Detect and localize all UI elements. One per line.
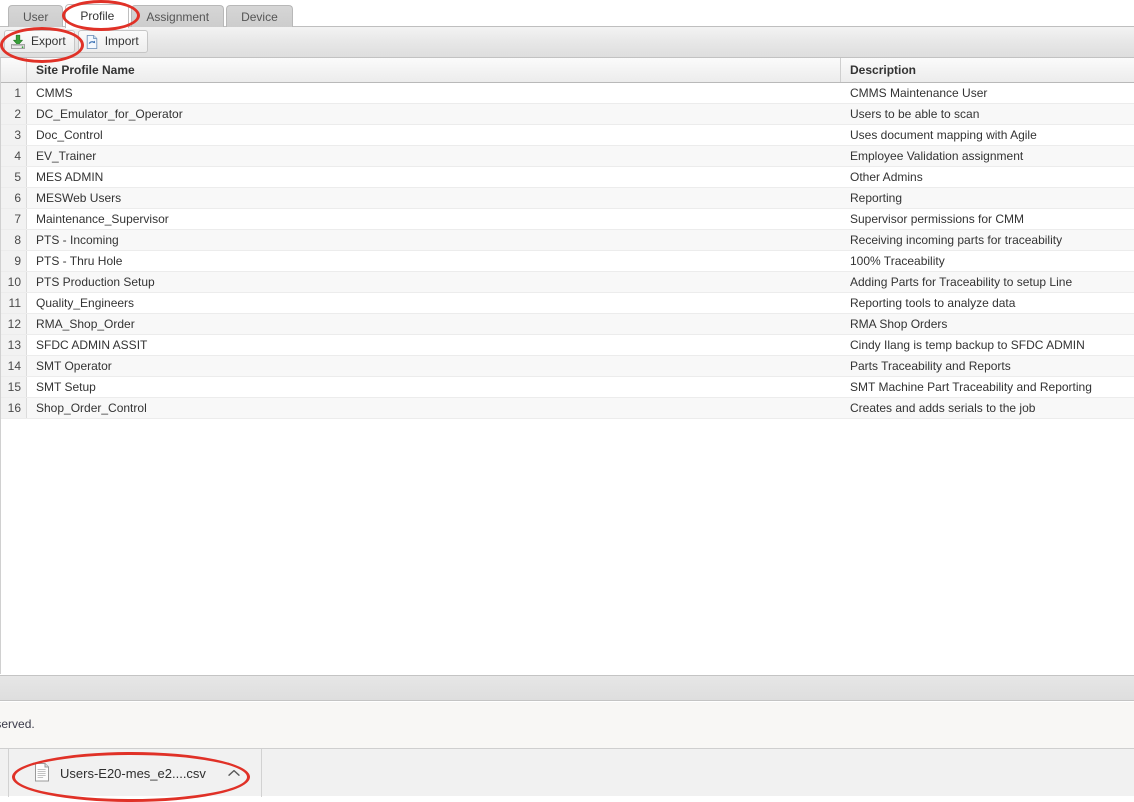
cell-site-profile-name: Doc_Control (36, 128, 103, 142)
table-row[interactable]: 4 EV_Trainer Employee Validation assignmen… (1, 146, 1134, 167)
cell-description: Receiving incoming parts for traceabilit… (850, 233, 1063, 247)
table-row[interactable]: 15 SMT Setup SMT Machine Part Traceability… (1, 377, 1134, 398)
table-row[interactable]: 1 CMMS CMMS Maintenance User (1, 83, 1134, 104)
profile-grid: Site Profile Name Description 1 CMMS CMMS … (0, 58, 1134, 674)
row-number: 1 (1, 83, 27, 103)
row-number: 7 (1, 209, 27, 229)
tab-assignment[interactable]: Assignment (131, 5, 225, 28)
cell-site-profile-name: RMA_Shop_Order (36, 317, 135, 331)
import-page-icon (84, 34, 100, 50)
download-filename: Users-E20-mes_e2....csv (60, 765, 206, 781)
cell-description: Reporting (850, 191, 903, 205)
cell-site-profile-name: Shop_Order_Control (36, 401, 147, 415)
cell-site-profile-name: SMT Operator (36, 359, 112, 373)
row-number: 9 (1, 251, 27, 271)
page-footer: ights reserved. (0, 702, 1134, 748)
table-row[interactable]: 12 RMA_Shop_Order RMA Shop Orders (1, 314, 1134, 335)
cell-site-profile-name: CMMS (36, 86, 73, 100)
export-download-icon (10, 34, 26, 50)
row-number: 3 (1, 125, 27, 145)
row-number: 5 (1, 167, 27, 187)
tab-user[interactable]: User (8, 5, 64, 28)
row-number: 12 (1, 314, 27, 334)
table-row[interactable]: 16 Shop_Order_Control Creates and adds ser… (1, 398, 1134, 419)
copyright-text: ights reserved. (0, 717, 35, 731)
cell-description: Cindy Ilang is temp backup to SFDC ADMIN (850, 338, 1085, 352)
row-number: 14 (1, 356, 27, 376)
row-number: 13 (1, 335, 27, 355)
cell-site-profile-name: SMT Setup (36, 380, 96, 394)
cell-site-profile-name: EV_Trainer (36, 149, 97, 163)
cell-description: Adding Parts for Traceability to setup L… (850, 275, 1073, 289)
cell-description: Parts Traceability and Reports (850, 359, 1011, 373)
cell-description: Employee Validation assignment (850, 149, 1024, 163)
toolbar: Export Import (0, 27, 1134, 58)
download-item[interactable]: Users-E20-mes_e2....csv (8, 749, 262, 797)
cell-site-profile-name: SFDC ADMIN ASSIT (36, 338, 148, 352)
table-row[interactable]: 13 SFDC ADMIN ASSIT Cindy Ilang is temp ba… (1, 335, 1134, 356)
cell-site-profile-name: MESWeb Users (36, 191, 122, 205)
table-row[interactable]: 6 MESWeb Users Reporting (1, 188, 1134, 209)
table-row[interactable]: 10 PTS Production Setup Adding Parts for T… (1, 272, 1134, 293)
cell-description: Other Admins (850, 170, 923, 184)
export-button[interactable]: Export (4, 30, 75, 53)
download-shelf: Users-E20-mes_e2....csv (0, 748, 1134, 797)
cell-description: SMT Machine Part Traceability and Report… (850, 380, 1092, 394)
row-number: 4 (1, 146, 27, 166)
table-row[interactable]: 7 Maintenance_Supervisor Supervisor permis… (1, 209, 1134, 230)
grid-header-row: Site Profile Name Description (1, 58, 1134, 83)
toolbar-buttons: Export Import (4, 30, 148, 53)
cell-site-profile-name: MES ADMIN (36, 170, 104, 184)
row-number: 11 (1, 293, 27, 313)
cell-description: 100% Traceability (850, 254, 945, 268)
row-number: 6 (1, 188, 27, 208)
cell-site-profile-name: PTS Production Setup (36, 275, 155, 289)
tab-strip: User Profile Assignment Device (0, 0, 1134, 29)
cell-site-profile-name: Quality_Engineers (36, 296, 135, 310)
cell-description: CMMS Maintenance User (850, 86, 988, 100)
row-number: 15 (1, 377, 27, 397)
cell-description: Users to be able to scan (850, 107, 980, 121)
table-row[interactable]: 14 SMT Operator Parts Traceability and Rep… (1, 356, 1134, 377)
tab-list: User Profile Assignment Device (8, 4, 293, 29)
import-button-label: Import (104, 34, 139, 48)
row-number: 16 (1, 398, 27, 418)
status-bar (0, 675, 1134, 701)
table-row[interactable]: 9 PTS - Thru Hole 100% Traceability (1, 251, 1134, 272)
cell-description: RMA Shop Orders (850, 317, 948, 331)
table-row[interactable]: 5 MES ADMIN Other Admins (1, 167, 1134, 188)
row-number: 8 (1, 230, 27, 250)
cell-description: Uses document mapping with Agile (850, 128, 1037, 142)
cell-description: Reporting tools to analyze data (850, 296, 1016, 310)
table-row[interactable]: 8 PTS - Incoming Receiving incoming parts … (1, 230, 1134, 251)
tab-device[interactable]: Device (226, 5, 293, 28)
grid-header-rownum (1, 58, 27, 82)
tab-profile[interactable]: Profile (65, 4, 130, 29)
cell-site-profile-name: DC_Emulator_for_Operator (36, 107, 183, 121)
row-number: 10 (1, 272, 27, 292)
grid-body: 1 CMMS CMMS Maintenance User 2 DC_Emulator_f… (1, 83, 1134, 419)
row-number: 2 (1, 104, 27, 124)
table-row[interactable]: 2 DC_Emulator_for_Operator Users to be abl… (1, 104, 1134, 125)
cell-site-profile-name: Maintenance_Supervisor (36, 212, 169, 226)
table-row[interactable]: 11 Quality_Engineers Reporting tools to an… (1, 293, 1134, 314)
import-button[interactable]: Import (77, 30, 148, 53)
cell-site-profile-name: PTS - Thru Hole (36, 254, 123, 268)
table-row[interactable]: 3 Doc_Control Uses document mapping with A… (1, 125, 1134, 146)
cell-description: Creates and adds serials to the job (850, 401, 1036, 415)
cell-description: Supervisor permissions for CMM (850, 212, 1025, 226)
export-button-label: Export (31, 34, 66, 48)
grid-header-site-profile-name[interactable]: Site Profile Name (27, 58, 841, 82)
chevron-up-icon[interactable] (225, 764, 243, 782)
document-file-icon (33, 762, 51, 785)
cell-site-profile-name: PTS - Incoming (36, 233, 119, 247)
grid-header-description[interactable]: Description (841, 58, 1134, 82)
